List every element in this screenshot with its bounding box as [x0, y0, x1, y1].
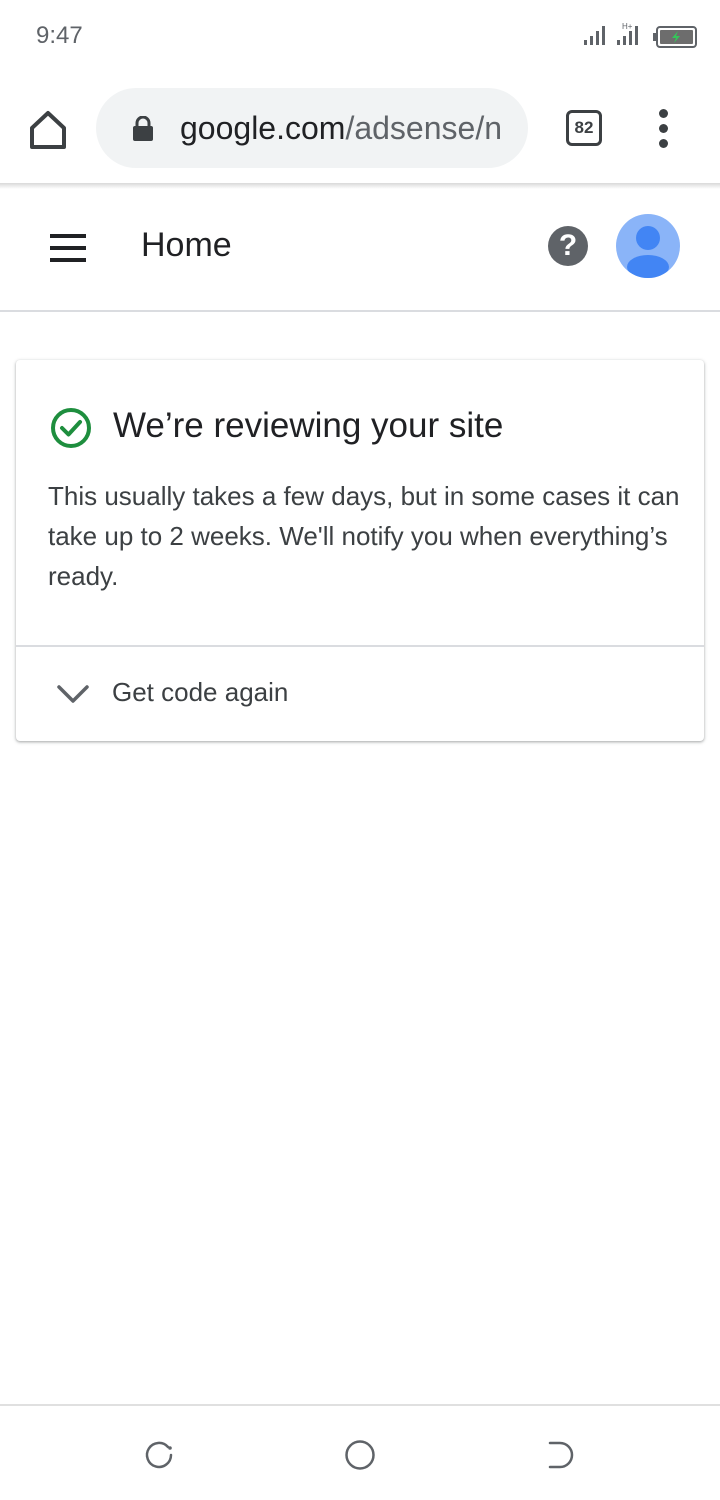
home-nav-icon[interactable] — [343, 1438, 377, 1472]
screen: 9:47 H+ google.com/adsense/n 82 Home ? W… — [0, 0, 720, 1500]
app-header: Home ? — [0, 190, 720, 312]
url-text: google.com/adsense/n — [180, 110, 510, 147]
page-title: Home — [141, 226, 232, 264]
lock-icon — [133, 116, 153, 141]
menu-icon[interactable] — [48, 234, 88, 264]
url-host: google.com — [180, 110, 346, 146]
card-body-text: This usually takes a few days, but in so… — [48, 481, 680, 591]
system-navigation-bar — [0, 1404, 720, 1500]
status-bar: 9:47 H+ — [0, 0, 720, 72]
home-icon[interactable] — [26, 108, 70, 152]
recent-apps-icon[interactable] — [143, 1438, 177, 1472]
help-label: ? — [558, 229, 578, 262]
more-vert-icon[interactable] — [650, 108, 678, 148]
battery-icon — [653, 26, 697, 48]
signal-hplus-icon: H+ — [617, 22, 638, 45]
tab-switcher-button[interactable]: 82 — [566, 110, 602, 146]
status-time: 9:47 — [36, 22, 83, 49]
help-icon[interactable]: ? — [548, 226, 588, 266]
get-code-again-expander[interactable]: Get code again — [16, 647, 704, 741]
card-title: We’re reviewing your site — [113, 406, 504, 445]
signal-icon — [584, 26, 605, 45]
back-icon[interactable] — [543, 1438, 577, 1472]
check-circle-icon — [51, 408, 91, 448]
chevron-down-icon — [57, 685, 89, 703]
tab-count: 82 — [574, 118, 594, 137]
address-bar[interactable]: google.com/adsense/n — [96, 88, 528, 168]
url-path: /adsense/n — [345, 110, 502, 146]
get-code-again-label: Get code again — [112, 677, 289, 707]
browser-toolbar: google.com/adsense/n 82 — [0, 72, 720, 184]
svg-text:H+: H+ — [622, 22, 633, 31]
review-status-card: We’re reviewing your site This usually t… — [16, 360, 704, 741]
account-avatar[interactable] — [616, 214, 680, 278]
toolbar-shadow — [0, 183, 720, 189]
person-icon — [627, 226, 669, 278]
